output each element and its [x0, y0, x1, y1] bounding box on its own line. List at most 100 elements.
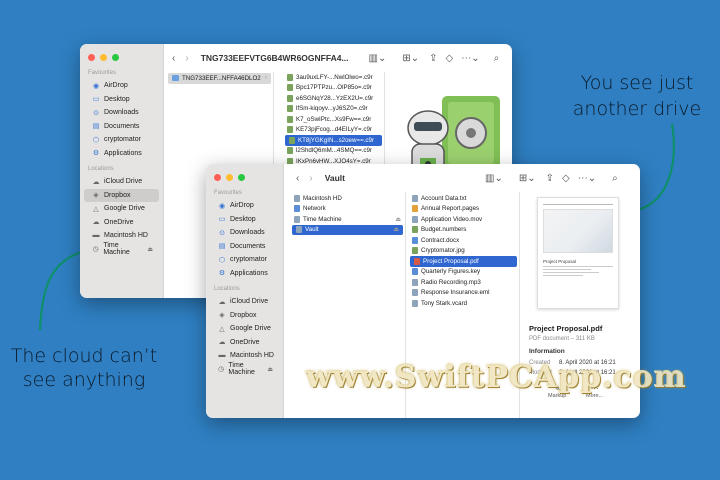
sidebar-item-label: Applications: [230, 269, 268, 277]
video-file-icon: [412, 215, 418, 223]
sidebar-item-onedrive[interactable]: ☁ OneDrive: [84, 216, 159, 230]
list-item[interactable]: Quarterly Figures.key: [408, 267, 519, 278]
caption-right-line1: You see just: [580, 72, 694, 94]
view-columns-icon[interactable]: ▥⌄: [485, 173, 503, 184]
downloads-icon: ⊙: [93, 109, 99, 117]
minimize-button[interactable]: [100, 54, 107, 61]
eject-icon[interactable]: ⏏: [147, 246, 153, 253]
sidebar-item-dropbox[interactable]: ◈ Dropbox: [210, 309, 279, 323]
list-item[interactable]: Application Video.mov: [408, 214, 519, 225]
documents-icon: ▤: [218, 243, 226, 251]
list-item[interactable]: Contract.docx: [408, 235, 519, 246]
view-columns-icon[interactable]: ▥⌄: [369, 53, 387, 64]
list-item[interactable]: lfSm-kiqoyv...yJ6SZ0=.c9r: [283, 104, 384, 115]
tag-icon[interactable]: ◇: [562, 173, 570, 184]
sidebar-item-label: AirDrop: [230, 202, 254, 210]
sidebar-item-label: iCloud Drive: [104, 178, 143, 186]
action-icon[interactable]: ⋯⌄: [578, 173, 596, 184]
list-item[interactable]: Bpc17PTPzu...OlP85o=.c9r: [283, 83, 384, 94]
list-item[interactable]: Budget.numbers: [408, 225, 519, 236]
encrypted-file-icon: [287, 73, 293, 81]
information-heading: Information: [529, 348, 565, 355]
list-item[interactable]: Vault ⏏: [292, 224, 403, 235]
sidebar-item-desktop[interactable]: ▭ Desktop: [210, 213, 279, 227]
list-item[interactable]: Network: [290, 204, 405, 215]
onedrive-icon: ☁: [92, 219, 100, 227]
eject-icon[interactable]: ⏏: [267, 366, 273, 373]
zoom-button[interactable]: [112, 54, 119, 61]
sidebar-item-time-machine[interactable]: ◷ Time Machine ⏏: [84, 242, 159, 256]
sidebar-item-airdrop[interactable]: ◉ AirDrop: [84, 79, 159, 93]
numbers-file-icon: [412, 226, 418, 234]
icloud-drive-icon: ☁: [218, 298, 226, 306]
minimize-button[interactable]: [226, 174, 233, 181]
forward-icon[interactable]: ›: [309, 173, 312, 184]
sidebar-item-downloads[interactable]: ⊙ Downloads: [84, 106, 159, 120]
close-button[interactable]: [214, 174, 221, 181]
list-item[interactable]: Annual Report.pages: [408, 204, 519, 215]
sidebar-item-icloud-drive[interactable]: ☁ iCloud Drive: [210, 295, 279, 309]
list-item[interactable]: K7_oSwIPtc...Xs9Fw==.c9r: [283, 114, 384, 125]
list-item[interactable]: l2ShdlQ6mM...4SMQ==.c9r: [283, 146, 384, 157]
sidebar-item-macintosh-hd[interactable]: ▬ Macintosh HD: [84, 229, 159, 243]
list-item[interactable]: Project Proposal.pdf: [410, 256, 517, 267]
sidebar-item-cryptomator[interactable]: ⬡ cryptomator: [210, 253, 279, 267]
sidebar-item-documents[interactable]: ▤ Documents: [84, 120, 159, 134]
sidebar-item-label: Google Drive: [230, 325, 271, 333]
group-icon[interactable]: ⊞⌄: [402, 53, 419, 64]
sidebar-item-icloud-drive[interactable]: ☁ iCloud Drive: [84, 175, 159, 189]
list-item[interactable]: e6SGNqY28...YzEX2U=.c9r: [283, 93, 384, 104]
sidebar-item-google-drive[interactable]: △ Google Drive: [210, 322, 279, 336]
list-item[interactable]: Radio Recording.mp3: [408, 277, 519, 288]
back-icon[interactable]: ‹: [296, 173, 299, 184]
window-controls: [214, 174, 245, 181]
eject-icon[interactable]: ⏏: [395, 216, 401, 223]
sidebar-item-macintosh-hd[interactable]: ▬ Macintosh HD: [210, 349, 279, 363]
sidebar-item-dropbox[interactable]: ◈ Dropbox: [84, 188, 159, 202]
search-icon[interactable]: ⌕: [494, 53, 500, 64]
encrypted-file-icon: [287, 94, 293, 102]
sidebar-item-onedrive[interactable]: ☁ OneDrive: [210, 336, 279, 350]
macintosh-hd-icon: ▬: [218, 352, 226, 360]
share-icon[interactable]: ⇪: [546, 173, 554, 184]
sidebar-item-label: Dropbox: [104, 191, 131, 199]
zoom-button[interactable]: [238, 174, 245, 181]
list-item[interactable]: Macintosh HD: [290, 193, 405, 204]
list-item[interactable]: Response Insurance.eml: [408, 288, 519, 299]
toolbar: ‹ › TNG733EEFVTG6B4WR6OGNFFA4... ▥⌄ ⊞⌄ ⇪…: [164, 44, 512, 72]
sidebar-item-time-machine[interactable]: ◷ Time Machine ⏏: [210, 362, 279, 376]
list-item[interactable]: KE73pjFcog...d4EILyY=.c9r: [283, 125, 384, 136]
action-icon[interactable]: ⋯⌄: [461, 53, 479, 64]
back-icon[interactable]: ‹: [172, 53, 175, 64]
list-item[interactable]: 3au9uxLFY-...NwlOlwo=.c9r: [283, 72, 384, 83]
sidebar-item-google-drive[interactable]: △ Google Drive: [84, 202, 159, 216]
share-icon[interactable]: ⇪: [429, 53, 437, 64]
list-item[interactable]: Account Data.txt: [408, 193, 519, 204]
eject-icon[interactable]: ⏏: [393, 226, 399, 233]
documents-icon: ▤: [92, 123, 100, 131]
tag-icon[interactable]: ◇: [446, 53, 454, 64]
favourites-heading: Favourites: [88, 70, 117, 76]
list-item[interactable]: Cryptomator.jpg: [408, 246, 519, 257]
list-item[interactable]: KT8jYGKgIN...s2oew==.c9r: [285, 135, 382, 146]
sidebar-item-desktop[interactable]: ▭ Desktop: [84, 93, 159, 107]
list-item[interactable]: TNG733EEF...NFFA46DLO2 ›: [168, 73, 271, 84]
list-item[interactable]: Tony Stark.vcard: [408, 298, 519, 309]
sidebar-item-label: Macintosh HD: [104, 232, 148, 240]
close-button[interactable]: [88, 54, 95, 61]
search-icon[interactable]: ⌕: [612, 173, 618, 184]
sidebar-item-airdrop[interactable]: ◉ AirDrop: [210, 199, 279, 213]
forward-icon[interactable]: ›: [185, 53, 188, 64]
sidebar-item-applications[interactable]: ⚙ Applications: [210, 267, 279, 281]
toolbar: ‹ › Vault ▥⌄ ⊞⌄ ⇪ ◇ ⋯⌄ ⌕: [284, 164, 640, 192]
group-icon[interactable]: ⊞⌄: [519, 173, 536, 184]
sidebar-item-cryptomator[interactable]: ⬡ cryptomator: [84, 133, 159, 147]
sidebar-item-applications[interactable]: ⚙ Applications: [84, 147, 159, 161]
time-machine-icon: ◷: [92, 246, 99, 254]
sidebar-item-downloads[interactable]: ⊙ Downloads: [210, 226, 279, 240]
cryptomator-icon: ⬡: [218, 256, 226, 264]
pdf-file-icon: [414, 257, 420, 265]
list-item[interactable]: Time Machine ⏏: [290, 214, 405, 225]
disk-icon: ▬: [92, 232, 100, 240]
sidebar-item-documents[interactable]: ▤ Documents: [210, 240, 279, 254]
